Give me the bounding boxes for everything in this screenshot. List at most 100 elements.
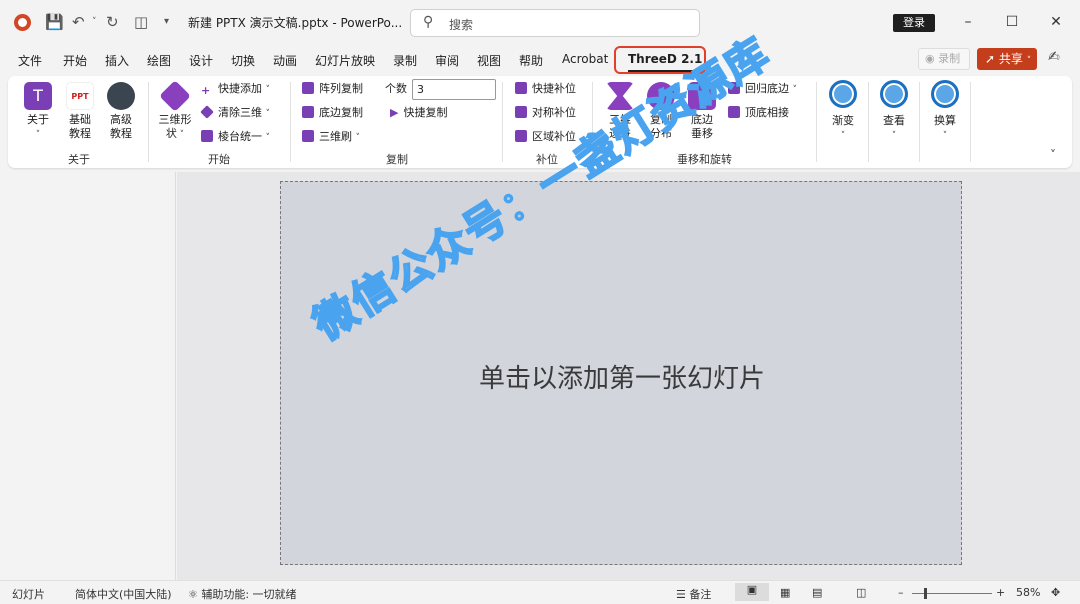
maximize-icon[interactable]: ☐ (998, 10, 1026, 34)
tab-record[interactable]: 录制 (393, 52, 417, 69)
login-button[interactable]: 登录 (893, 14, 935, 32)
eraser-icon (200, 105, 214, 119)
close-icon[interactable]: ✕ (1042, 10, 1070, 34)
chevron-down-icon: ˅ (840, 131, 846, 141)
tab-animations[interactable]: 动画 (273, 52, 297, 69)
view-label: 查看 (883, 114, 905, 127)
bevel-icon (201, 130, 213, 142)
about-label: 关于 (27, 113, 49, 126)
record-button[interactable]: ◉ 录制 (918, 48, 970, 70)
title-bar: 💾 ↶ ˅ ↻ ◫ ▾ 新建 PPTX 演示文稿.pptx - PowerPo.… (0, 0, 1080, 44)
brush-icon (302, 130, 314, 142)
slide-canvas[interactable]: 单击以添加第一张幻灯片 (280, 181, 962, 565)
group-divider (502, 82, 503, 162)
tab-design[interactable]: 设计 (189, 52, 213, 69)
group-divider (290, 82, 291, 162)
group-label-drop-rotate: 垂移和旋转 (677, 153, 732, 166)
language-status[interactable]: 简体中文(中国大陆) (75, 586, 172, 602)
tab-slideshow[interactable]: 幻灯片放映 (315, 52, 375, 69)
group-divider (919, 82, 920, 162)
slide-sorter-icon[interactable]: ▦ (780, 586, 790, 599)
undo-icon[interactable]: ↶ (72, 11, 85, 33)
tab-draw[interactable]: 绘图 (147, 52, 171, 69)
normal-view-icon[interactable]: ▣ (735, 583, 769, 601)
count-field[interactable]: 3 (412, 79, 496, 100)
record-icon: ◉ (925, 52, 939, 65)
advanced-tutorial-button[interactable]: 高级 教程 (101, 82, 141, 141)
bottom-copy-label: 底边复制 (319, 106, 363, 119)
fit-slide-icon[interactable]: ✥ (1051, 586, 1060, 599)
basic-tutorial-button[interactable]: PPT 基础 教程 (60, 82, 100, 141)
customize-toolbar-icon[interactable]: ▾ (164, 11, 169, 33)
bottom-copy-button[interactable]: 底边复制 (302, 104, 363, 122)
search-input[interactable]: ⚲ 搜索 (410, 9, 700, 37)
count-label: 个数 (385, 82, 407, 95)
bevel-unify-label: 棱台统一 (218, 130, 262, 143)
undo-dropdown-icon[interactable]: ˅ (92, 11, 97, 33)
chevron-down-icon: ˅ (355, 133, 361, 143)
tab-acrobat[interactable]: Acrobat (562, 52, 608, 66)
zoom-slider-handle[interactable] (924, 588, 927, 599)
bevel-unify-button[interactable]: 棱台统一 ˅ (201, 128, 270, 146)
bottom-copy-icon (302, 106, 314, 118)
search-placeholder: 搜索 (449, 18, 474, 32)
slide-thumbnails-pane[interactable] (0, 172, 176, 580)
symmetric-fill-label: 对称补位 (532, 106, 576, 119)
chevron-down-icon: ˅ (176, 130, 185, 140)
tab-transitions[interactable]: 切换 (231, 52, 255, 69)
3d-shape-button[interactable]: 三维形 状 ˅ (155, 80, 195, 142)
play-icon: ▶ (390, 106, 399, 119)
clear-3d-button[interactable]: 清除三维 ˅ (200, 104, 270, 122)
3d-brush-button[interactable]: 三维刷 ˅ (302, 128, 360, 146)
tab-view[interactable]: 视图 (477, 52, 501, 69)
share-button[interactable]: ➚ 共享 ˅ (977, 48, 1037, 70)
search-icon: ⚲ (423, 14, 434, 30)
array-copy-label: 阵列复制 (319, 82, 363, 95)
top-bottom-connect-button[interactable]: 顶底相接 (728, 104, 789, 122)
slideshow-icon[interactable]: ◫ (856, 586, 866, 599)
tab-insert[interactable]: 插入 (105, 52, 129, 69)
view-button[interactable]: 查看 ˅ (874, 80, 914, 141)
group-divider (868, 82, 869, 162)
group-label-copy: 复制 (386, 153, 408, 166)
3d-brush-label: 三维刷 (319, 130, 352, 143)
convert-icon (931, 80, 959, 108)
add-first-slide-prompt[interactable]: 单击以添加第一张幻灯片 (281, 358, 963, 395)
tab-review[interactable]: 审阅 (435, 52, 459, 69)
symmetric-fill-button[interactable]: 对称补位 (515, 104, 576, 122)
status-bar: 幻灯片 简体中文(中国大陆) ⚛ 辅助功能: 一切就绪 ☰ 备注 ▣ ▦ ▤ ◫… (0, 580, 1080, 604)
convert-button[interactable]: 换算 ˅ (925, 80, 965, 141)
notes-button[interactable]: ☰ 备注 (676, 586, 711, 602)
view-icon (880, 80, 908, 108)
quick-fill-button[interactable]: 快捷补位 (515, 80, 576, 98)
quick-copy-button[interactable]: ▶ 快捷复制 (390, 104, 447, 122)
quick-add-button[interactable]: + 快捷添加 ˅ (201, 80, 270, 98)
zoom-in-icon[interactable]: + (996, 586, 1005, 599)
present-icon[interactable]: ◫ (134, 11, 148, 33)
gradient-button[interactable]: 渐变 ˅ (823, 80, 863, 141)
mascot-icon (107, 82, 135, 110)
zoom-level[interactable]: 58% (1016, 586, 1040, 599)
chevron-down-icon: ˅ (891, 131, 897, 141)
redo-icon[interactable]: ↻ (106, 11, 119, 33)
accessibility-status[interactable]: ⚛ 辅助功能: 一切就绪 (188, 586, 297, 602)
zoom-out-icon[interactable]: – (898, 586, 904, 599)
chevron-down-icon: ˅ (265, 133, 271, 143)
tab-file[interactable]: 文件 (18, 52, 42, 69)
save-icon[interactable]: 💾 (45, 11, 64, 33)
reading-view-icon[interactable]: ▤ (812, 586, 822, 599)
tab-home[interactable]: 开始 (63, 52, 87, 69)
share-icon: ➚ (985, 52, 999, 66)
region-fill-icon (515, 130, 527, 142)
gradient-icon (829, 80, 857, 108)
about-button[interactable]: T 关于 ˅ (18, 82, 58, 142)
minimize-icon[interactable]: – (954, 10, 982, 34)
powerpoint-logo-icon (14, 14, 31, 31)
group-label-start: 开始 (208, 153, 230, 166)
tab-help[interactable]: 帮助 (519, 52, 543, 69)
comments-icon[interactable]: ✍ (1048, 49, 1060, 65)
array-copy-button[interactable]: 阵列复制 (302, 80, 363, 98)
quick-copy-label: 快捷复制 (403, 106, 448, 119)
3d-shape-label: 三维形 状 (158, 113, 192, 140)
collapse-ribbon-icon[interactable]: ˅ (1050, 148, 1056, 162)
